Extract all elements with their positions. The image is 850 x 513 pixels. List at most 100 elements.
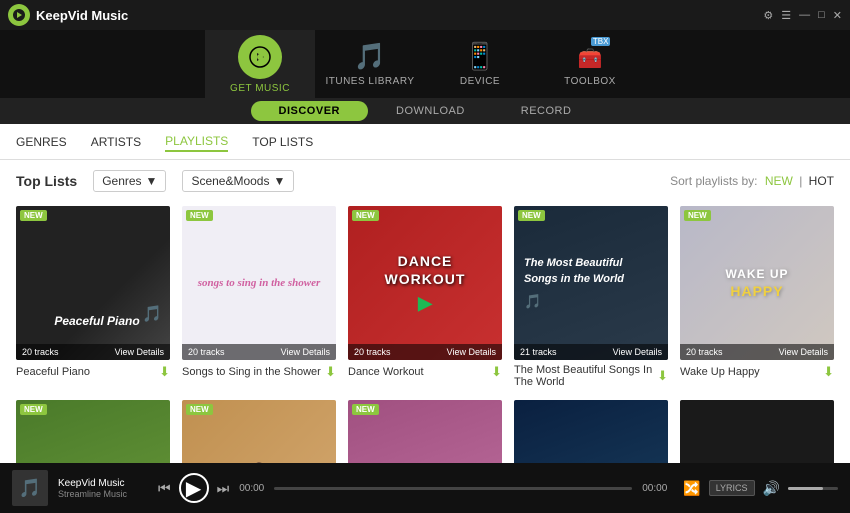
settings-icon[interactable]: ⚙ [763,9,773,22]
lyrics-button[interactable]: LYRICS [709,480,755,496]
nav-toolbox-label: TOOLBOX [564,76,616,87]
playlist-name-dance-workout: Dance Workout [348,366,491,378]
get-music-icon-bg [238,35,282,79]
playlist-card-top100-spotify[interactable]: TOP 100 On Spotify TOP 100 On Spotify ⬇ [680,400,834,463]
nav-toolbox[interactable]: 🧰 TBX TOOLBOX [535,30,645,98]
device-icon: 📱 [464,41,496,72]
playlist-card-top-hits[interactable]: Today's Top Hits Today's Top Hits ⬇ [514,400,668,463]
nav-itunes-library[interactable]: 🎵 ITUNES LIBRARY [315,30,425,98]
toolbar-playlists[interactable]: PLAYLISTS [165,132,228,152]
playlist-thumb-top-hits: Today's Top Hits [514,400,668,463]
playlist-thumb-wake-up-happy: WAKE UP HAPPY NEW 20 tracks View Details [680,206,834,360]
scene-moods-filter-button[interactable]: Scene&Moods ▼ [182,170,294,192]
playlist-overlay-peaceful-piano: 20 tracks View Details [16,344,170,360]
sub-nav: DISCOVER DOWNLOAD RECORD [0,98,850,124]
sub-nav-download[interactable]: DOWNLOAD [368,101,493,121]
genres-chevron-icon: ▼ [146,174,158,188]
new-badge-most-beautiful: NEW [518,210,545,221]
new-badge-family-road-trip: NEW [20,404,47,415]
playlist-card-wake-up-happy[interactable]: WAKE UP HAPPY NEW 20 tracks View Details… [680,206,834,388]
playlist-name-most-beautiful: The Most Beautiful Songs In The World [514,364,657,388]
close-button[interactable]: ✕ [833,9,842,22]
player-track-title: KeepVid Music [58,478,148,489]
itunes-icon: 🎵 [354,41,386,72]
progress-bar[interactable] [274,487,632,490]
main-nav: GET MUSIC 🎵 ITUNES LIBRARY 📱 DEVICE 🧰 TB… [0,30,850,98]
nav-device[interactable]: 📱 DEVICE [425,30,535,98]
shuffle-icon[interactable]: 🔀 [683,480,700,497]
new-badge-wake-coffee: NEW [352,404,379,415]
download-peaceful-piano[interactable]: ⬇ [159,364,170,380]
playlist-overlay-most-beautiful: 21 tracks View Details [514,344,668,360]
minimize-button[interactable]: — [799,9,810,21]
playlist-thumb-songs-shower: songs to sing in the shower NEW 20 track… [182,206,336,360]
volume-icon: 🔊 [763,480,780,497]
toolbar-artists[interactable]: ARTISTS [91,133,141,151]
volume-fill [788,487,823,490]
new-badge-songs-shower: NEW [186,210,213,221]
view-details-songs-shower[interactable]: View Details [281,347,330,357]
sub-nav-discover[interactable]: DISCOVER [251,101,368,121]
view-details-peaceful-piano[interactable]: View Details [115,347,164,357]
window-controls[interactable]: ⚙ ☰ — □ ✕ [763,9,842,22]
playlist-info-most-beautiful: The Most Beautiful Songs In The World ⬇ [514,364,668,388]
playlist-card-most-beautiful[interactable]: The Most Beautiful Songs in the World 🎵 … [514,206,668,388]
play-pause-button[interactable]: ▶ [179,473,209,503]
toolbar-genres[interactable]: GENRES [16,133,67,151]
view-details-wake-up-happy[interactable]: View Details [779,347,828,357]
genres-filter-button[interactable]: Genres ▼ [93,170,166,192]
playlist-card-songs-shower[interactable]: songs to sing in the shower NEW 20 track… [182,206,336,388]
prev-button[interactable]: ⏮ [158,480,171,497]
playlist-overlay-wake-up-happy: 20 tracks View Details [680,344,834,360]
sort-label: Sort playlists by: NEW | HOT [670,174,834,188]
player-thumbnail: 🎵 [12,470,48,506]
new-badge-row2b: NEW [186,404,213,415]
player-track-artist: Streamline Music [58,489,148,499]
playlist-thumb-wake-coffee: Wake Up and Smell the Coffee NEW [348,400,502,463]
maximize-button[interactable]: □ [818,9,825,21]
playlist-name-peaceful-piano: Peaceful Piano [16,366,159,378]
volume-bar[interactable] [788,487,838,490]
playlist-thumb-peaceful-piano: Peaceful Piano 🎵 NEW 20 tracks View Deta… [16,206,170,360]
scene-moods-chevron-icon: ▼ [273,174,285,188]
download-dance-workout[interactable]: ⬇ [491,364,502,380]
player-extra-controls: 🔀 LYRICS 🔊 [683,480,838,497]
playlist-overlay-dance-workout: 20 tracks View Details [348,344,502,360]
nav-itunes-label: ITUNES LIBRARY [325,76,414,87]
sub-nav-record[interactable]: RECORD [493,101,600,121]
playlist-name-wake-up-happy: Wake Up Happy [680,366,823,378]
nav-get-music[interactable]: GET MUSIC [205,30,315,98]
playlist-card-wake-coffee[interactable]: Wake Up and Smell the Coffee NEW Wake Up… [348,400,502,463]
download-most-beautiful[interactable]: ⬇ [657,368,668,384]
playlist-card-dance-workout[interactable]: DANCE WORKOUT ▶ NEW 20 tracks View Detai… [348,206,502,388]
nav-get-music-label: GET MUSIC [230,83,290,94]
playlist-card-row2b[interactable]: 👶 NEW ⬇ [182,400,336,463]
playlist-card-family-road-trip[interactable]: FamilyRoad Trip 🎵 NEW Family Road Trip ⬇ [16,400,170,463]
playlist-info-songs-shower: Songs to Sing in the Shower ⬇ [182,364,336,380]
sort-new-button[interactable]: NEW [765,174,793,188]
playlist-grid-row2: FamilyRoad Trip 🎵 NEW Family Road Trip ⬇… [16,400,834,463]
new-badge-wake-up-happy: NEW [684,210,711,221]
menu-icon[interactable]: ☰ [781,9,791,22]
logo-icon [8,4,30,26]
playlist-thumb-top100-spotify: TOP 100 On Spotify [680,400,834,463]
player-bar: 🎵 KeepVid Music Streamline Music ⏮ ▶ ⏭ 0… [0,463,850,513]
filter-title: Top Lists [16,173,77,189]
download-songs-shower[interactable]: ⬇ [325,364,336,380]
playlist-thumb-row2b: 👶 NEW [182,400,336,463]
playlist-card-peaceful-piano[interactable]: Peaceful Piano 🎵 NEW 20 tracks View Deta… [16,206,170,388]
playlist-thumb-dance-workout: DANCE WORKOUT ▶ NEW 20 tracks View Detai… [348,206,502,360]
toolbar-top-lists[interactable]: TOP LISTS [252,133,313,151]
next-button[interactable]: ⏭ [217,480,230,497]
title-bar: KeepVid KeepVid MusicMusic ⚙ ☰ — □ ✕ [0,0,850,30]
total-time: 00:00 [642,483,667,494]
playlist-overlay-songs-shower: 20 tracks View Details [182,344,336,360]
filter-bar: Top Lists Genres ▼ Scene&Moods ▼ Sort pl… [16,170,834,192]
view-details-dance-workout[interactable]: View Details [447,347,496,357]
player-info: KeepVid Music Streamline Music [58,478,148,499]
view-details-most-beautiful[interactable]: View Details [613,347,662,357]
sort-hot-button[interactable]: HOT [809,174,834,188]
player-controls: ⏮ ▶ ⏭ [158,473,229,503]
new-badge-peaceful-piano: NEW [20,210,47,221]
download-wake-up-happy[interactable]: ⬇ [823,364,834,380]
